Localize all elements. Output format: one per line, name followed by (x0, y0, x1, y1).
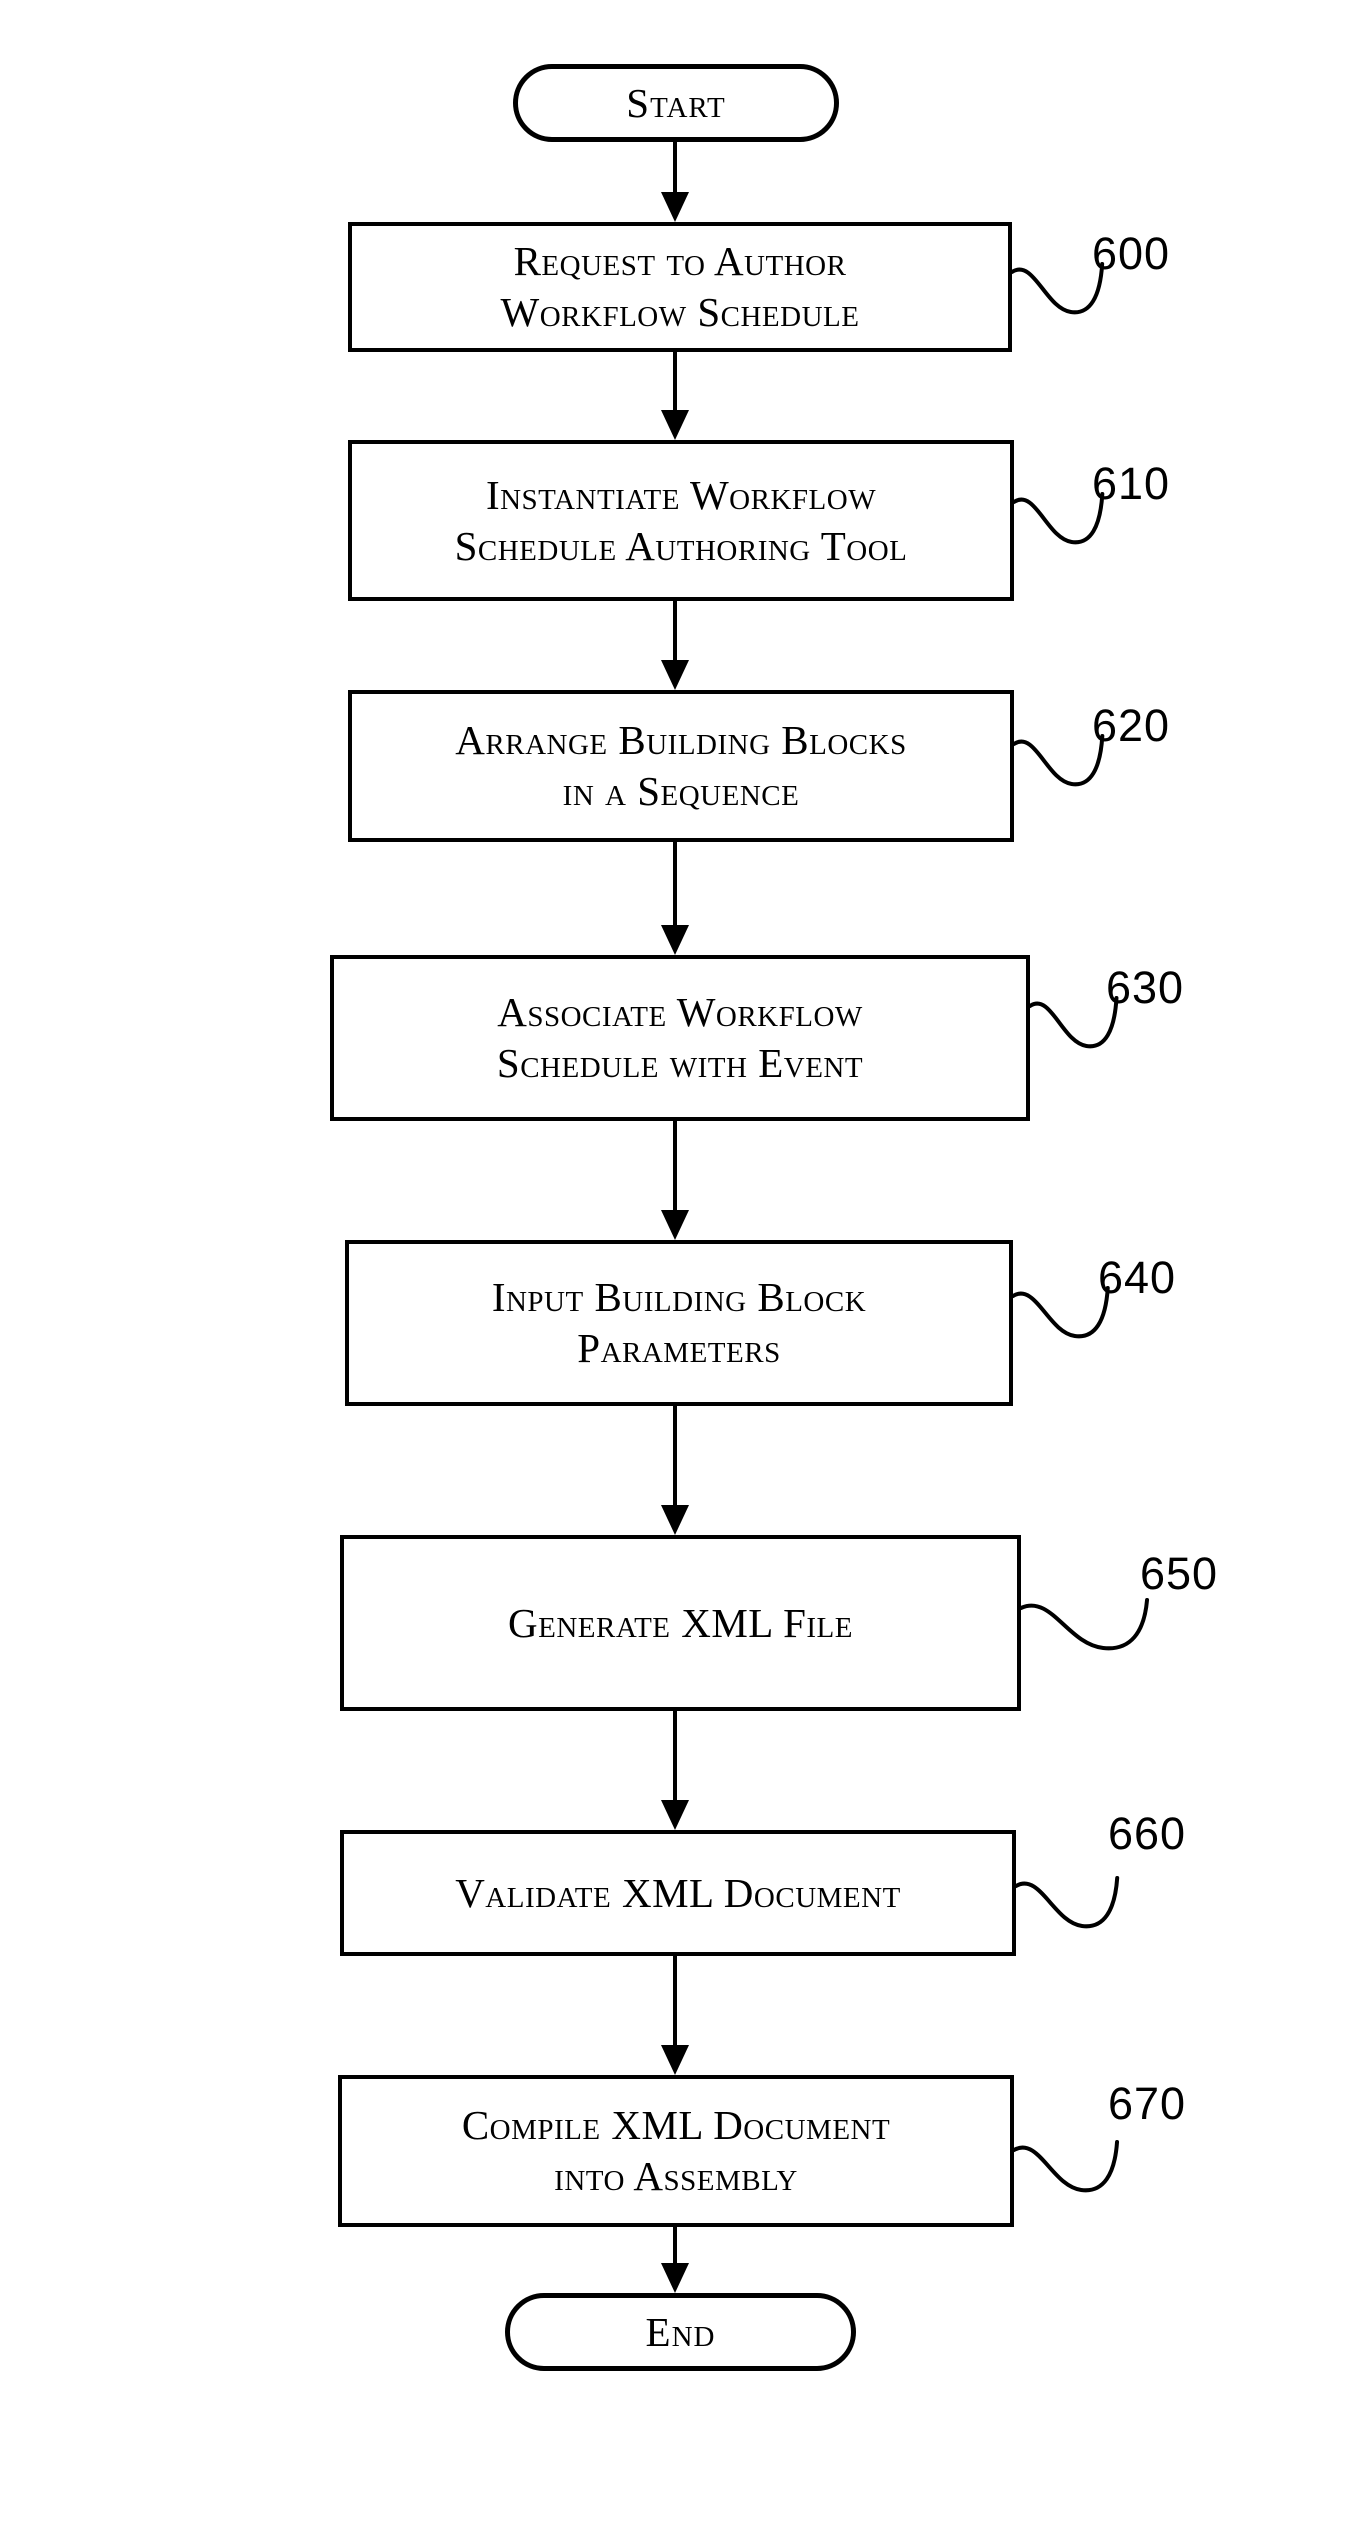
node-label-line: Associate Workflow (497, 989, 863, 1036)
process-node-n660: Validate XML Document (340, 1830, 1016, 1956)
flow-arrow-c-630-640 (655, 1121, 695, 1240)
node-label-line: End (645, 2308, 716, 2355)
node-label-line: Schedule with Event (496, 1040, 864, 1086)
node-label-line: Arrange Building Blocks (455, 717, 907, 764)
leader-line-630 (1028, 996, 1164, 1076)
leader-line-650 (1019, 1598, 1198, 1678)
node-label-line: Start (626, 79, 726, 126)
reference-numeral-660: 660 (1108, 1808, 1187, 1859)
leader-line-670 (1012, 2140, 1166, 2220)
node-label-line: Validate XML Document (455, 1869, 901, 1916)
node-label-line: Schedule Authoring Tool (454, 522, 908, 569)
process-node-n630: Associate Workflow Schedule with Event (330, 955, 1030, 1121)
process-node-n600: Request to Author Workflow Schedule (348, 222, 1012, 352)
terminal-node-end: End (505, 2293, 856, 2371)
node-label-line: Workflow Schedule (500, 289, 860, 335)
process-node-n640: Input Building Block Parameters (345, 1240, 1013, 1406)
flow-arrow-c-650-660 (655, 1711, 695, 1830)
process-node-n610: Instantiate Workflow Schedule Authoring T… (348, 440, 1014, 601)
flow-arrow-c-start-600 (655, 142, 695, 222)
leader-line-610 (1012, 492, 1150, 572)
node-label-line: Compile XML Document (461, 2102, 891, 2149)
terminal-node-start: Start (513, 64, 839, 142)
flow-arrow-c-660-670 (655, 1956, 695, 2075)
flow-arrow-c-620-630 (655, 842, 695, 955)
flow-arrow-c-610-620 (655, 601, 695, 690)
reference-numeral-670: 670 (1108, 2078, 1187, 2129)
flow-arrow-c-640-650 (655, 1406, 695, 1535)
node-label-line: Instantiate Workflow (485, 471, 877, 518)
leader-line-640 (1011, 1286, 1156, 1366)
reference-numeral-650: 650 (1140, 1548, 1219, 1599)
process-node-n670: Compile XML Document into Assembly (338, 2075, 1014, 2227)
node-label-line: into Assembly (554, 2153, 798, 2199)
process-node-n620: Arrange Building Blocks in a Sequence (348, 690, 1014, 842)
process-node-n650: Generate XML File (340, 1535, 1021, 1711)
leader-line-660 (1014, 1876, 1166, 1956)
node-label-line: Generate XML File (508, 1599, 853, 1646)
flow-arrow-c-600-610 (655, 352, 695, 440)
node-label-line: Request to Author (513, 238, 847, 285)
figure-canvas: Start Request to Author Workflow Schedule I… (0, 0, 1354, 2547)
leader-line-620 (1012, 734, 1150, 814)
node-label-line: Parameters (577, 1325, 781, 1371)
leader-line-600 (1010, 262, 1150, 342)
node-label-line: Input Building Block (491, 1274, 867, 1321)
flow-arrow-c-670-end (655, 2227, 695, 2293)
node-label-line: in a Sequence (562, 768, 800, 814)
